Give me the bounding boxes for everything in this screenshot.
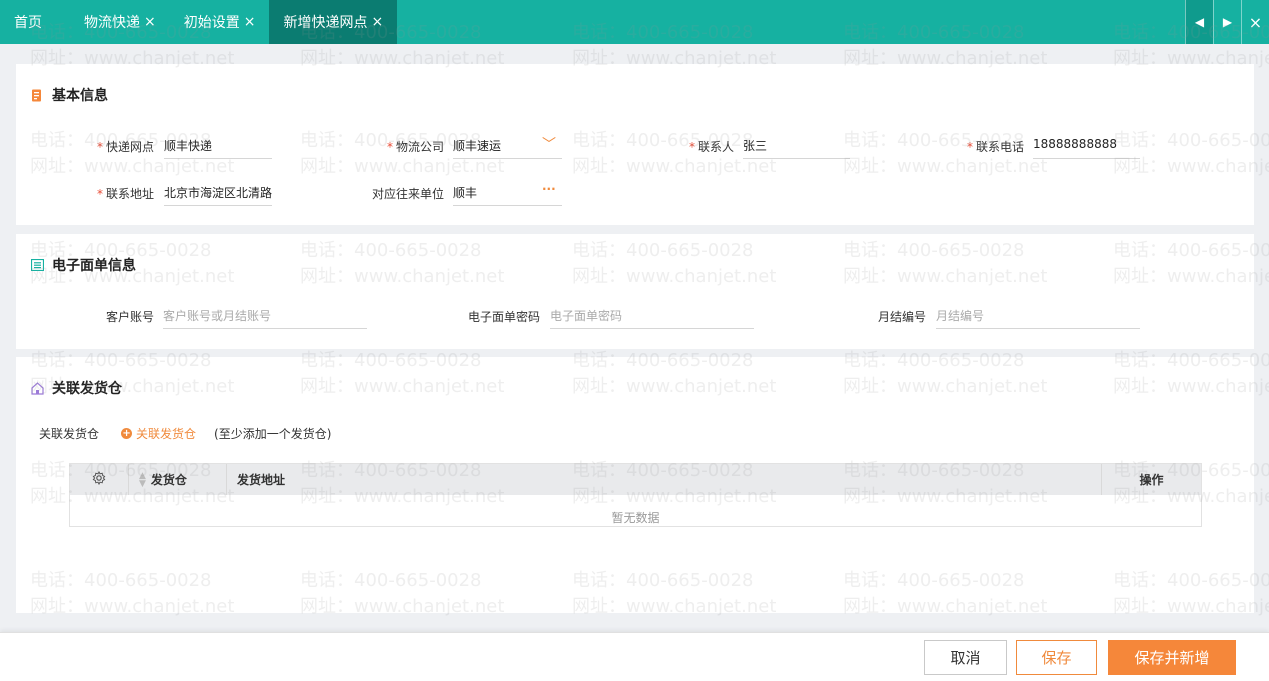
- tab-initial-settings[interactable]: 初始设置 ×: [170, 0, 270, 44]
- gear-icon: [92, 470, 106, 488]
- sort-icon[interactable]: ▲ ▼: [139, 471, 146, 488]
- column-header-label: 操作: [1139, 473, 1164, 487]
- tab-label: 首页: [14, 15, 42, 31]
- tab-bar: 首页 物流快递 × 初始设置 × 新增快递网点 × ◀ ▶ ×: [0, 0, 1269, 44]
- warehouse-table: ▲ ▼ 发货仓 发货地址 操作 暂无数据: [69, 463, 1202, 527]
- table-header: ▲ ▼ 发货仓 发货地址 操作: [70, 464, 1201, 495]
- warehouse-hint: (至少添加一个发货仓): [214, 427, 332, 441]
- basic-info-title: 基本信息: [30, 85, 108, 105]
- tab-nav: ◀ ▶ ×: [1185, 0, 1269, 44]
- address-input[interactable]: 北京市海淀区北清路(: [164, 176, 272, 206]
- more-icon[interactable]: ···: [542, 182, 556, 196]
- customer-account-label: 客户账号: [105, 310, 154, 324]
- add-warehouse-button[interactable]: + 关联发货仓: [121, 425, 196, 442]
- monthly-number-field: 月结编号 月结编号: [830, 299, 1140, 329]
- tab-prev-icon[interactable]: ◀: [1185, 0, 1213, 44]
- phone-input[interactable]: 18888888888: [1033, 129, 1140, 159]
- save-and-new-button[interactable]: 保存并新增: [1108, 640, 1236, 675]
- ewaybill-panel: [16, 234, 1254, 349]
- tab-logistics[interactable]: 物流快递 ×: [70, 0, 170, 44]
- column-header-address: 发货地址: [227, 464, 1102, 495]
- customer-account-input[interactable]: 客户账号或月结账号: [163, 299, 367, 329]
- contact-label: * 联系人: [688, 140, 734, 154]
- ewaybill-title: 电子面单信息: [30, 255, 136, 275]
- tab-label: 物流快递: [84, 15, 140, 31]
- document-icon: [30, 88, 44, 102]
- plus-icon: +: [121, 428, 133, 439]
- ewaybill-password-input[interactable]: 电子面单密码: [550, 299, 754, 329]
- close-all-icon[interactable]: ×: [1241, 0, 1269, 44]
- address-field: * 联系地址 北京市海淀区北清路(: [60, 176, 272, 206]
- logistics-company-label: * 物流公司: [386, 140, 444, 154]
- monthly-number-label: 月结编号: [877, 310, 926, 324]
- tab-next-icon[interactable]: ▶: [1213, 0, 1241, 44]
- save-button[interactable]: 保存: [1016, 640, 1097, 675]
- partner-field: 对应往来单位 顺丰 ···: [362, 176, 562, 206]
- close-icon[interactable]: ×: [144, 14, 156, 30]
- express-point-input[interactable]: 顺丰快递: [164, 129, 272, 159]
- customer-account-field: 客户账号 客户账号或月结账号: [60, 299, 367, 329]
- column-header-label: 发货仓: [150, 473, 187, 487]
- cancel-button[interactable]: 取消: [924, 640, 1007, 675]
- tab-label: 初始设置: [183, 15, 240, 31]
- monthly-number-input[interactable]: 月结编号: [936, 299, 1140, 329]
- warehouse-title: 关联发货仓: [30, 378, 122, 398]
- contact-input[interactable]: 张三: [743, 129, 850, 159]
- warehouse-row: 关联发货仓 + 关联发货仓 (至少添加一个发货仓): [39, 425, 331, 442]
- close-icon[interactable]: ×: [371, 14, 383, 30]
- column-header-warehouse[interactable]: ▲ ▼ 发货仓: [129, 464, 227, 495]
- section-title-text: 电子面单信息: [52, 258, 136, 274]
- address-label: * 联系地址: [96, 187, 154, 201]
- tab-home[interactable]: 首页: [0, 0, 70, 44]
- logistics-company-field: * 物流公司 顺丰速运 ﹀: [362, 129, 562, 159]
- column-header-label: 发货地址: [237, 473, 286, 487]
- list-icon: [30, 258, 44, 272]
- express-point-field: * 快递网点 顺丰快递: [60, 129, 272, 159]
- tab-label: 新增快递网点: [283, 15, 368, 31]
- section-title-text: 基本信息: [52, 88, 108, 104]
- section-title-text: 关联发货仓: [52, 381, 122, 397]
- column-header-operation: 操作: [1102, 464, 1201, 495]
- house-icon: [30, 381, 44, 395]
- column-settings-button[interactable]: [70, 464, 129, 495]
- chevron-down-icon[interactable]: ﹀: [542, 134, 556, 154]
- tab-new-express-point[interactable]: 新增快递网点 ×: [269, 0, 398, 44]
- ewaybill-password-field: 电子面单密码 电子面单密码: [440, 299, 754, 329]
- phone-field: * 联系电话 18888888888: [940, 129, 1140, 159]
- warehouse-row-label: 关联发货仓: [39, 427, 100, 441]
- express-point-label: * 快递网点: [96, 140, 154, 154]
- add-warehouse-label: 关联发货仓: [136, 427, 197, 441]
- footer-bar: 取消 保存 保存并新增: [0, 632, 1269, 681]
- close-icon[interactable]: ×: [244, 14, 256, 30]
- phone-label: * 联系电话: [966, 140, 1024, 154]
- ewaybill-password-label: 电子面单密码: [467, 310, 540, 324]
- contact-field: * 联系人 张三: [660, 129, 850, 159]
- partner-label: 对应往来单位: [371, 187, 444, 201]
- empty-state: 暂无数据: [611, 511, 660, 525]
